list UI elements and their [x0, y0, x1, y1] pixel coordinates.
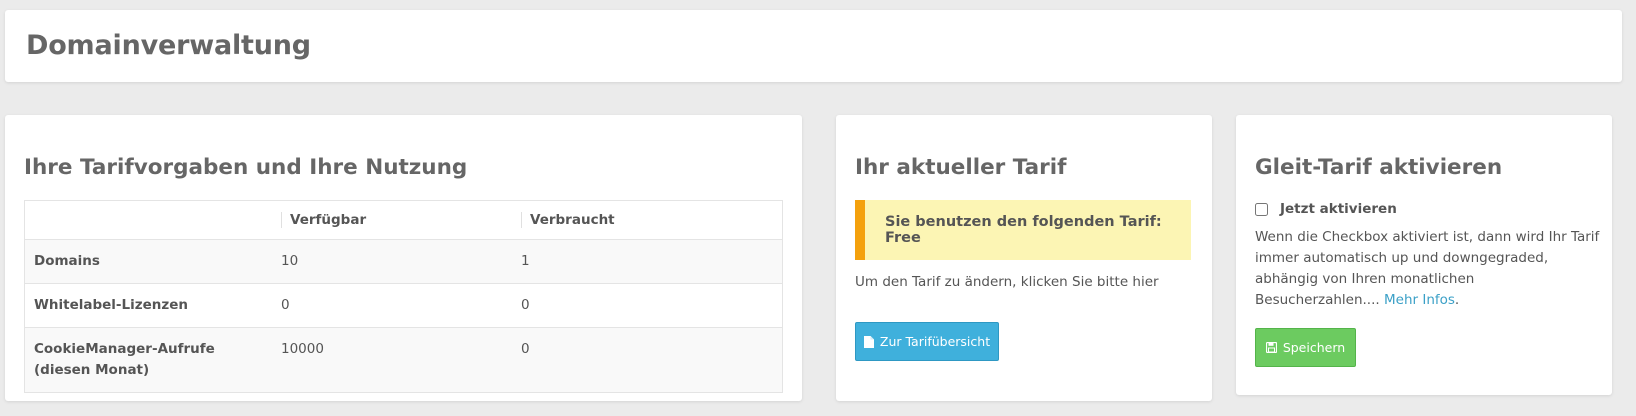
tariff-title: Ihr aktueller Tarif	[855, 155, 1067, 180]
header-card: Domainverwaltung	[5, 10, 1622, 82]
table-header-row: Verfügbar Verbraucht	[24, 200, 783, 240]
save-button[interactable]: Speichern	[1255, 328, 1356, 367]
tariff-card: Ihr aktueller Tarif Sie benutzen den fol…	[836, 115, 1212, 401]
usage-table: Verfügbar Verbraucht Domains 10 1 Whitel…	[24, 200, 783, 393]
row-label: Whitelabel-Lizenzen	[24, 283, 272, 328]
glide-tariff-card: Gleit-Tarif aktivieren Jetzt aktivieren …	[1236, 115, 1612, 395]
activate-checkbox[interactable]	[1255, 202, 1268, 216]
glide-title: Gleit-Tarif aktivieren	[1255, 155, 1503, 180]
row-available: 10	[272, 239, 512, 284]
activate-checkbox-label: Jetzt aktivieren	[1280, 201, 1397, 217]
table-row: Domains 10 1	[24, 239, 783, 284]
row-used: 0	[512, 283, 783, 328]
table-row: CookieManager-Aufrufe (diesen Monat) 100…	[24, 327, 783, 393]
save-label: Speichern	[1282, 340, 1346, 355]
activate-checkbox-row[interactable]: Jetzt aktivieren	[1255, 201, 1397, 217]
column-separator	[281, 212, 282, 228]
current-tariff-alert: Sie benutzen den folgenden Tarif: Free	[855, 200, 1191, 260]
save-icon	[1265, 342, 1277, 353]
table-row: Whitelabel-Lizenzen 0 0	[24, 283, 783, 328]
column-header-used-label: Verbraucht	[530, 212, 615, 228]
file-icon	[863, 335, 874, 348]
column-separator	[521, 212, 522, 228]
more-info-link[interactable]: Mehr Infos	[1384, 292, 1455, 308]
tariff-overview-button[interactable]: Zur Tarifübersicht	[855, 322, 999, 361]
glide-description: Wenn die Checkbox aktiviert ist, dann wi…	[1255, 229, 1600, 308]
row-label: Domains	[24, 239, 272, 284]
current-tariff-text: Sie benutzen den folgenden Tarif: Free	[885, 214, 1162, 246]
row-available: 10000	[272, 327, 512, 393]
row-available: 0	[272, 283, 512, 328]
column-header-used: Verbraucht	[512, 200, 783, 240]
usage-title: Ihre Tarifvorgaben und Ihre Nutzung	[24, 155, 468, 180]
column-header-label	[24, 200, 272, 240]
column-header-available: Verfügbar	[272, 200, 512, 240]
row-used: 1	[512, 239, 783, 284]
column-header-available-label: Verfügbar	[290, 212, 367, 228]
row-label: CookieManager-Aufrufe (diesen Monat)	[24, 327, 272, 393]
page-title: Domainverwaltung	[26, 30, 311, 61]
row-used: 0	[512, 327, 783, 393]
usage-card: Ihre Tarifvorgaben und Ihre Nutzung Verf…	[5, 115, 802, 401]
tariff-change-hint: Um den Tarif zu ändern, klicken Sie bitt…	[855, 274, 1159, 290]
tariff-overview-label: Zur Tarifübersicht	[879, 334, 991, 349]
